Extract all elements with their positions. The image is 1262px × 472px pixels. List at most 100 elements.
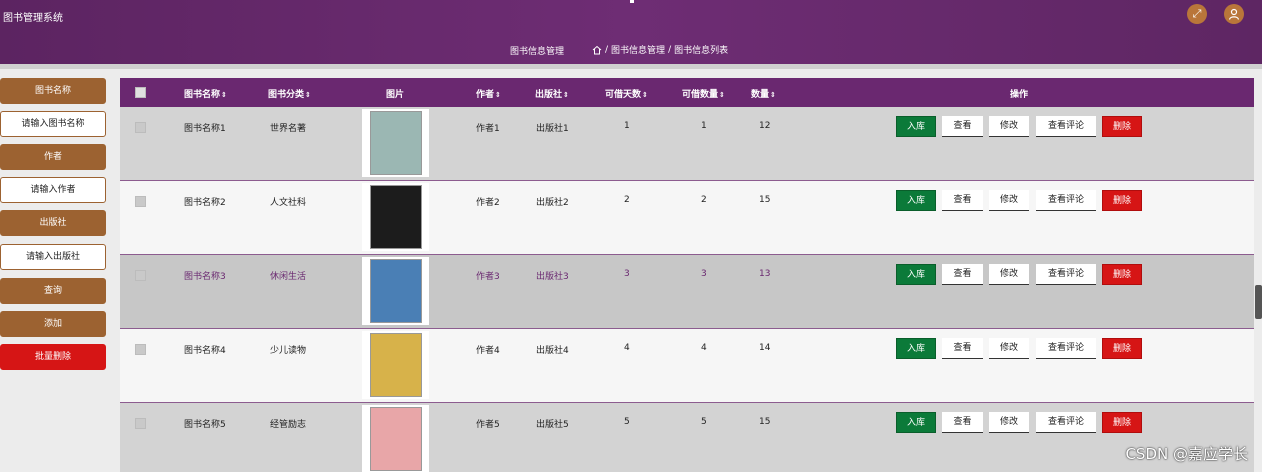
view-comments-button[interactable]: 查看评论 bbox=[1036, 116, 1096, 137]
edit-button[interactable]: 修改 bbox=[989, 264, 1029, 285]
cell-qty: 13 bbox=[759, 269, 771, 279]
author-input[interactable] bbox=[0, 177, 106, 203]
view-button[interactable]: 查看 bbox=[942, 190, 983, 211]
cell-author: 作者1 bbox=[476, 124, 500, 134]
cell-publisher: 出版社3 bbox=[536, 272, 569, 282]
publisher-label: 出版社 bbox=[0, 210, 106, 236]
book-cover-image bbox=[362, 109, 429, 177]
cell-author: 作者5 bbox=[476, 420, 500, 430]
col-book-name[interactable]: 图书名称⇕ bbox=[184, 87, 227, 100]
view-comments-button[interactable]: 查看评论 bbox=[1036, 190, 1096, 211]
book-cover-image bbox=[362, 331, 429, 399]
user-icon[interactable] bbox=[1224, 4, 1244, 24]
fullscreen-icon[interactable]: ⤢ bbox=[1187, 4, 1207, 24]
publisher-input[interactable] bbox=[0, 244, 106, 270]
col-borrow-days[interactable]: 可借天数⇕ bbox=[605, 87, 648, 100]
table-row: 图书名称5 经管励志 作者5 出版社5 5 5 15 入库 查看 修改 查看评论… bbox=[120, 403, 1254, 472]
row-checkbox[interactable] bbox=[135, 270, 146, 281]
view-comments-button[interactable]: 查看评论 bbox=[1036, 264, 1096, 285]
cell-borrow-qty: 1 bbox=[701, 121, 707, 131]
col-qty[interactable]: 数量⇕ bbox=[751, 87, 776, 100]
cell-borrow-days: 1 bbox=[624, 121, 630, 131]
cell-borrow-qty: 2 bbox=[701, 195, 707, 205]
book-name-input[interactable] bbox=[0, 111, 106, 137]
view-button[interactable]: 查看 bbox=[942, 116, 983, 137]
cell-book-name: 图书名称3 bbox=[184, 272, 226, 282]
view-button[interactable]: 查看 bbox=[942, 264, 983, 285]
cell-qty: 15 bbox=[759, 417, 771, 427]
sort-icon[interactable]: ⇕ bbox=[642, 91, 648, 99]
book-name-label: 图书名称 bbox=[0, 78, 106, 104]
cell-borrow-days: 4 bbox=[624, 343, 630, 353]
delete-button[interactable]: 删除 bbox=[1102, 412, 1142, 433]
cell-borrow-days: 5 bbox=[624, 417, 630, 427]
breadcrumb-item-list: 图书信息列表 bbox=[674, 46, 729, 56]
table-row: 图书名称4 少儿读物 作者4 出版社4 4 4 14 入库 查看 修改 查看评论… bbox=[120, 329, 1254, 403]
col-publisher[interactable]: 出版社⇕ bbox=[535, 87, 569, 100]
sort-icon[interactable]: ⇕ bbox=[719, 91, 725, 99]
delete-button[interactable]: 删除 bbox=[1102, 116, 1142, 137]
cell-book-name: 图书名称5 bbox=[184, 420, 226, 430]
sort-icon[interactable]: ⇕ bbox=[221, 91, 227, 99]
table-row: 图书名称3 休闲生活 作者3 出版社3 3 3 13 入库 查看 修改 查看评论… bbox=[120, 255, 1254, 329]
cell-qty: 12 bbox=[759, 121, 771, 131]
edit-button[interactable]: 修改 bbox=[989, 338, 1029, 359]
delete-button[interactable]: 删除 bbox=[1102, 190, 1142, 211]
cell-book-name: 图书名称2 bbox=[184, 198, 226, 208]
col-borrow-qty[interactable]: 可借数量⇕ bbox=[682, 87, 725, 100]
cell-author: 作者4 bbox=[476, 346, 500, 356]
nav-current-module[interactable]: 图书信息管理 bbox=[510, 44, 564, 57]
sort-icon[interactable]: ⇕ bbox=[770, 91, 776, 99]
cell-publisher: 出版社1 bbox=[536, 124, 569, 134]
sort-icon[interactable]: ⇕ bbox=[305, 91, 311, 99]
view-comments-button[interactable]: 查看评论 bbox=[1036, 338, 1096, 359]
app-title: 图书管理系统 bbox=[3, 13, 63, 24]
row-checkbox[interactable] bbox=[135, 344, 146, 355]
scroll-handle[interactable] bbox=[1255, 285, 1262, 319]
select-all-checkbox[interactable] bbox=[135, 87, 146, 98]
edit-button[interactable]: 修改 bbox=[989, 412, 1029, 433]
cover bbox=[369, 111, 422, 175]
cell-borrow-qty: 4 bbox=[701, 343, 707, 353]
cell-publisher: 出版社4 bbox=[536, 346, 569, 356]
table-header: 图书名称⇕ 图书分类⇕ 图片 作者⇕ 出版社⇕ 可借天数⇕ 可借数量⇕ 数量⇕ … bbox=[120, 78, 1254, 107]
cell-borrow-days: 2 bbox=[624, 195, 630, 205]
stock-in-button[interactable]: 入库 bbox=[896, 190, 936, 211]
stock-in-button[interactable]: 入库 bbox=[896, 412, 936, 433]
cover bbox=[369, 185, 422, 249]
delete-button[interactable]: 删除 bbox=[1102, 264, 1142, 285]
cell-book-name: 图书名称1 bbox=[184, 124, 226, 134]
row-checkbox[interactable] bbox=[135, 418, 146, 429]
col-author[interactable]: 作者⇕ bbox=[476, 87, 501, 100]
col-category[interactable]: 图书分类⇕ bbox=[268, 87, 311, 100]
stock-in-button[interactable]: 入库 bbox=[896, 116, 936, 137]
home-icon[interactable] bbox=[592, 45, 602, 55]
col-image: 图片 bbox=[386, 90, 405, 100]
book-table: 图书名称⇕ 图书分类⇕ 图片 作者⇕ 出版社⇕ 可借天数⇕ 可借数量⇕ 数量⇕ … bbox=[120, 78, 1254, 472]
edit-button[interactable]: 修改 bbox=[989, 116, 1029, 137]
stock-in-button[interactable]: 入库 bbox=[896, 338, 936, 359]
view-button[interactable]: 查看 bbox=[942, 338, 983, 359]
row-checkbox[interactable] bbox=[135, 122, 146, 133]
query-button[interactable]: 查询 bbox=[0, 278, 106, 304]
header-divider bbox=[0, 64, 1262, 69]
row-checkbox[interactable] bbox=[135, 196, 146, 207]
cell-qty: 14 bbox=[759, 343, 771, 353]
book-cover-image bbox=[362, 183, 429, 251]
sort-icon[interactable]: ⇕ bbox=[563, 91, 569, 99]
delete-button[interactable]: 删除 bbox=[1102, 338, 1142, 359]
edit-button[interactable]: 修改 bbox=[989, 190, 1029, 211]
view-comments-button[interactable]: 查看评论 bbox=[1036, 412, 1096, 433]
cover bbox=[369, 333, 422, 397]
breadcrumb-item-module[interactable]: 图书信息管理 bbox=[611, 43, 665, 56]
cover bbox=[369, 259, 422, 323]
batch-delete-button[interactable]: 批量删除 bbox=[0, 344, 106, 370]
book-cover-image bbox=[362, 257, 429, 325]
cell-borrow-qty: 5 bbox=[701, 417, 707, 427]
add-button[interactable]: 添加 bbox=[0, 311, 106, 337]
cell-category: 世界名著 bbox=[270, 124, 307, 134]
stock-in-button[interactable]: 入库 bbox=[896, 264, 936, 285]
view-button[interactable]: 查看 bbox=[942, 412, 983, 433]
breadcrumb-separator: / bbox=[668, 44, 672, 55]
sort-icon[interactable]: ⇕ bbox=[495, 91, 501, 99]
